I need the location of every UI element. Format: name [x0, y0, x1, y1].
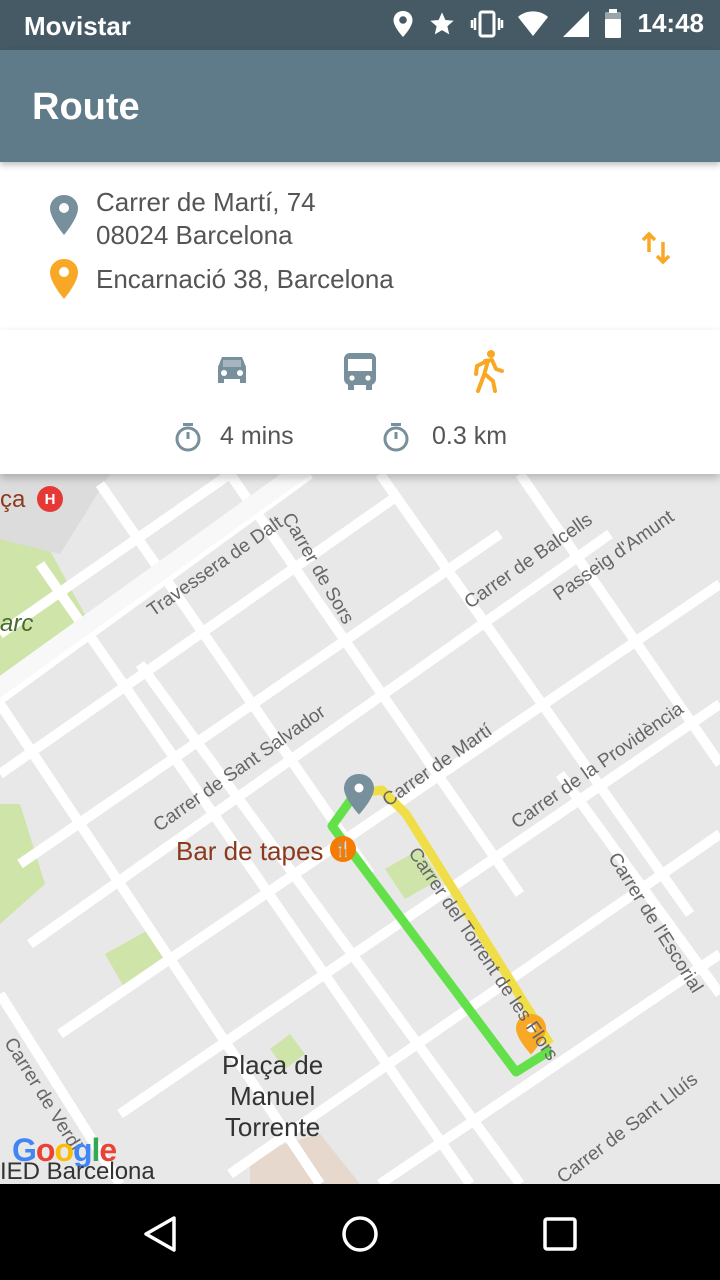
- origin-address[interactable]: Carrer de Martí, 74 08024 Barcelona: [96, 186, 316, 252]
- app-bar: Route: [0, 50, 720, 162]
- location-icon: [393, 10, 412, 37]
- poi-bar-label[interactable]: Bar de tapes: [176, 836, 323, 867]
- wifi-icon: [517, 10, 548, 36]
- park-label: arc: [0, 610, 34, 637]
- star-icon: [429, 11, 454, 34]
- mode-car-button[interactable]: [206, 348, 258, 394]
- origin-street: Carrer de Martí, 74: [96, 187, 316, 217]
- map-view[interactable]: Travessera de Dalt Carrer de Sors Carrer…: [0, 474, 720, 1184]
- car-icon: [218, 357, 246, 383]
- swap-vertical-icon: [641, 231, 671, 265]
- place-label: Plaça de Manuel Torrente: [222, 1050, 324, 1142]
- hospital-icon[interactable]: H: [37, 486, 63, 512]
- map-edge-label: ça: [0, 486, 26, 513]
- mode-bus-button[interactable]: [334, 348, 386, 394]
- transport-mode-card: 4 mins 0.3 km: [0, 330, 720, 474]
- back-button[interactable]: [138, 1212, 182, 1256]
- distance-timer-icon: [383, 423, 409, 452]
- route-distance: 0.3 km: [432, 422, 508, 450]
- recents-icon: [543, 1217, 577, 1251]
- bus-icon: [344, 353, 376, 390]
- mode-walk-button[interactable]: [462, 348, 514, 394]
- map-edge-label-bottom: IED Barcelona: [0, 1158, 155, 1184]
- back-icon: [144, 1216, 176, 1252]
- swap-button[interactable]: [634, 226, 678, 270]
- signal-icon: [562, 10, 589, 37]
- origin-pin-icon: [50, 195, 78, 235]
- address-card: Carrer de Martí, 74 08024 Barcelona Enca…: [0, 162, 720, 326]
- status-time: 14:48: [637, 8, 705, 38]
- navigation-bar: [0, 1184, 720, 1280]
- battery-icon: [604, 8, 621, 38]
- walk-icon: [474, 350, 504, 393]
- home-icon: [342, 1216, 378, 1252]
- destination-address[interactable]: Encarnació 38, Barcelona: [96, 263, 394, 296]
- status-bar: Movistar 14:48: [0, 0, 720, 50]
- carrier-name: Movistar: [24, 11, 131, 41]
- map-canvas[interactable]: [0, 474, 720, 1184]
- origin-city: 08024 Barcelona: [96, 220, 293, 250]
- timer-icon: [175, 423, 201, 452]
- street-network: [0, 474, 720, 1184]
- status-icons: 14:48: [392, 8, 705, 39]
- home-button[interactable]: [338, 1212, 382, 1256]
- page-title: Route: [32, 86, 140, 128]
- destination-pin-icon: [50, 259, 78, 299]
- restaurant-icon[interactable]: 🍴: [330, 836, 356, 862]
- route-duration: 4 mins: [220, 422, 294, 450]
- recents-button[interactable]: [538, 1212, 582, 1256]
- vibrate-icon: [470, 10, 503, 37]
